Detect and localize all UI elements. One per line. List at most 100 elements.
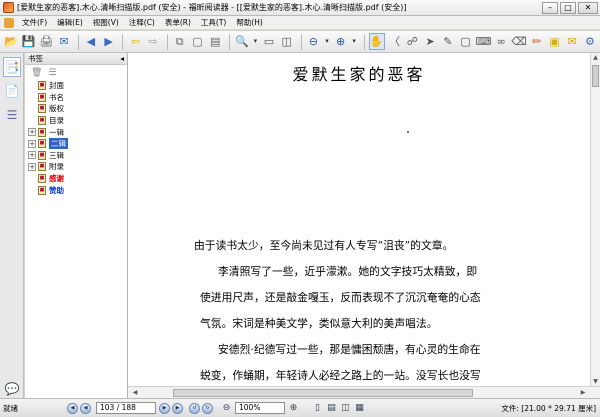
- link-icon[interactable]: ∞: [493, 33, 509, 50]
- continuous-facing-view-icon[interactable]: ▦: [354, 403, 365, 414]
- zoom-in-icon[interactable]: 🔍: [234, 33, 250, 50]
- save-icon[interactable]: 💾: [21, 33, 37, 50]
- stamp-icon[interactable]: ✎: [440, 33, 456, 50]
- bookmarks-panel-title: 书签: [28, 54, 43, 63]
- scroll-up-icon[interactable]: ▲: [591, 53, 600, 62]
- zoom-plus-icon[interactable]: ⊕: [333, 33, 349, 50]
- vertical-scrollbar[interactable]: ▲ ▼: [590, 53, 600, 386]
- menu-form[interactable]: 表单(R): [160, 17, 196, 28]
- bookmark-label: 版权: [49, 104, 64, 114]
- document-menu-icon[interactable]: [4, 17, 14, 28]
- previous-page-icon[interactable]: ◀: [83, 33, 99, 50]
- close-button[interactable]: ✕: [578, 1, 598, 14]
- zoom-out-dropdown-icon[interactable]: ▾: [323, 33, 330, 50]
- last-page-icon[interactable]: ▶: [172, 402, 183, 414]
- select-annotation-icon[interactable]: ➤: [422, 33, 438, 50]
- bookmark-item[interactable]: ■ 赞助: [28, 184, 127, 196]
- tree-expander[interactable]: +: [28, 139, 36, 148]
- bookmark-item[interactable]: ■ 版权: [28, 103, 127, 115]
- comments-panel-icon[interactable]: 💬: [3, 379, 21, 399]
- zoom-out-status-icon[interactable]: ⊖: [221, 403, 232, 414]
- tree-expander[interactable]: +: [28, 162, 36, 171]
- document-view[interactable]: 爱默生家的恶客 由于读书太少，至今尚未见过有人专写“沮丧”的文章。 李清照写了一…: [128, 53, 590, 386]
- bookmark-icon: ■: [38, 81, 46, 91]
- delete-bookmark-icon[interactable]: 🗑: [31, 68, 42, 78]
- menu-comment[interactable]: 注释(C): [124, 17, 160, 28]
- menu-help[interactable]: 帮助(H): [231, 17, 268, 28]
- bookmark-item-selected[interactable]: + ■ 二辑: [28, 138, 127, 150]
- select-text-icon[interactable]: 〈: [387, 33, 403, 50]
- maximize-button[interactable]: □: [560, 1, 576, 14]
- bookmark-icon: ■: [38, 127, 46, 137]
- go-forward-icon[interactable]: ↻: [202, 402, 213, 414]
- next-page-icon[interactable]: ▶: [101, 33, 117, 50]
- horizontal-scroll-thumb[interactable]: [173, 389, 473, 397]
- scroll-right-icon[interactable]: ▶: [578, 388, 588, 397]
- page-layout-icon[interactable]: ▤: [207, 33, 223, 50]
- comment-icon[interactable]: ⚙: [582, 33, 598, 50]
- text-tool-icon[interactable]: ▢: [458, 33, 474, 50]
- pencil-icon[interactable]: ✏: [529, 33, 545, 50]
- bookmark-options-icon[interactable]: ☰: [48, 68, 56, 78]
- facing-view-icon[interactable]: ◫: [340, 403, 351, 414]
- snapshot-tool-icon[interactable]: ☍: [404, 33, 420, 50]
- bookmarks-panel-icon[interactable]: 📑: [3, 57, 21, 77]
- menu-tools[interactable]: 工具(T): [196, 17, 231, 28]
- zoom-dropdown-icon[interactable]: ▾: [252, 33, 259, 50]
- snapshot-icon[interactable]: ▢: [190, 33, 206, 50]
- zoom-in-status-icon[interactable]: ⊕: [288, 403, 299, 414]
- email-icon[interactable]: ✉: [56, 33, 72, 50]
- bookmark-icon: ■: [38, 104, 46, 114]
- tree-expander[interactable]: +: [28, 151, 36, 160]
- pages-panel-icon[interactable]: 📄: [3, 81, 21, 101]
- forward-arrow-icon[interactable]: ⇨: [145, 33, 161, 50]
- print-icon[interactable]: 🖨: [39, 33, 55, 50]
- bookmark-label: 一辑: [49, 127, 64, 137]
- fit-width-icon[interactable]: ◫: [279, 33, 295, 50]
- bookmark-item[interactable]: + ■ 一辑: [28, 126, 127, 138]
- highlight-icon[interactable]: ▣: [547, 33, 563, 50]
- horizontal-scrollbar[interactable]: ◀ ▶: [128, 386, 600, 398]
- hand-tool-icon[interactable]: ✋: [368, 33, 385, 50]
- navigation-rail: 📑 📄 ☰ 💬 📎: [0, 53, 24, 417]
- scroll-down-icon[interactable]: ▼: [591, 377, 600, 386]
- zoom-level-select[interactable]: 100%: [235, 402, 285, 414]
- bookmark-item[interactable]: ■ 目录: [28, 115, 127, 127]
- fit-page-icon[interactable]: ▭: [261, 33, 277, 50]
- toolbar-divider: [363, 33, 365, 50]
- menu-edit[interactable]: 编辑(E): [52, 17, 88, 28]
- go-back-icon[interactable]: ↺: [189, 402, 200, 414]
- vertical-scroll-thumb[interactable]: [592, 65, 599, 87]
- document-size: 文件: [21.00 * 29.71 厘米]: [501, 403, 596, 413]
- bookmark-item[interactable]: ■ 封面: [28, 80, 127, 92]
- text-line: 气氛。宋词是种美文学，类似意大利的美声唱法。: [200, 317, 438, 330]
- scroll-left-icon[interactable]: ◀: [130, 388, 140, 397]
- page-number-input[interactable]: 103 / 188: [96, 402, 156, 414]
- layers-panel-icon[interactable]: ☰: [3, 105, 21, 125]
- bookmark-item[interactable]: + ■ 附录: [28, 161, 127, 173]
- bookmark-item[interactable]: ■ 感谢: [28, 173, 127, 185]
- copy-icon[interactable]: ⧉: [172, 33, 188, 50]
- zoom-out-icon[interactable]: ⊖: [306, 33, 322, 50]
- back-arrow-icon[interactable]: ⇦: [127, 33, 143, 50]
- zoom-plus-dropdown-icon[interactable]: ▾: [350, 33, 357, 50]
- main-toolbar: 📂 💾 🖨 ✉ ◀ ▶ ⇦ ⇨ ⧉ ▢ ▤ 🔍 ▾ ▭ ◫ ⊖ ▾ ⊕ ▾ ✋ …: [0, 31, 600, 53]
- single-page-view-icon[interactable]: ▯: [312, 403, 323, 414]
- bookmark-item[interactable]: ■ 书名: [28, 92, 127, 104]
- minimize-button[interactable]: –: [542, 1, 558, 14]
- note-icon[interactable]: ✉: [564, 33, 580, 50]
- tree-expander[interactable]: +: [28, 128, 36, 137]
- bookmark-item[interactable]: + ■ 三辑: [28, 150, 127, 162]
- first-page-icon[interactable]: ◀: [67, 402, 78, 414]
- menu-view[interactable]: 视图(V): [88, 17, 124, 28]
- typewriter-icon[interactable]: ⌨: [475, 33, 491, 50]
- continuous-view-icon[interactable]: ▤: [326, 403, 337, 414]
- open-icon[interactable]: 📂: [3, 33, 19, 50]
- next-page-button-icon[interactable]: ▶: [159, 402, 170, 414]
- menu-file[interactable]: 文件(F): [17, 17, 52, 28]
- previous-page-button-icon[interactable]: ◀: [80, 402, 91, 414]
- eraser-icon[interactable]: ⌫: [511, 33, 527, 50]
- collapse-panel-icon[interactable]: ◂: [120, 54, 124, 63]
- bookmark-label: 书名: [49, 92, 64, 102]
- toolbar-divider: [166, 33, 168, 50]
